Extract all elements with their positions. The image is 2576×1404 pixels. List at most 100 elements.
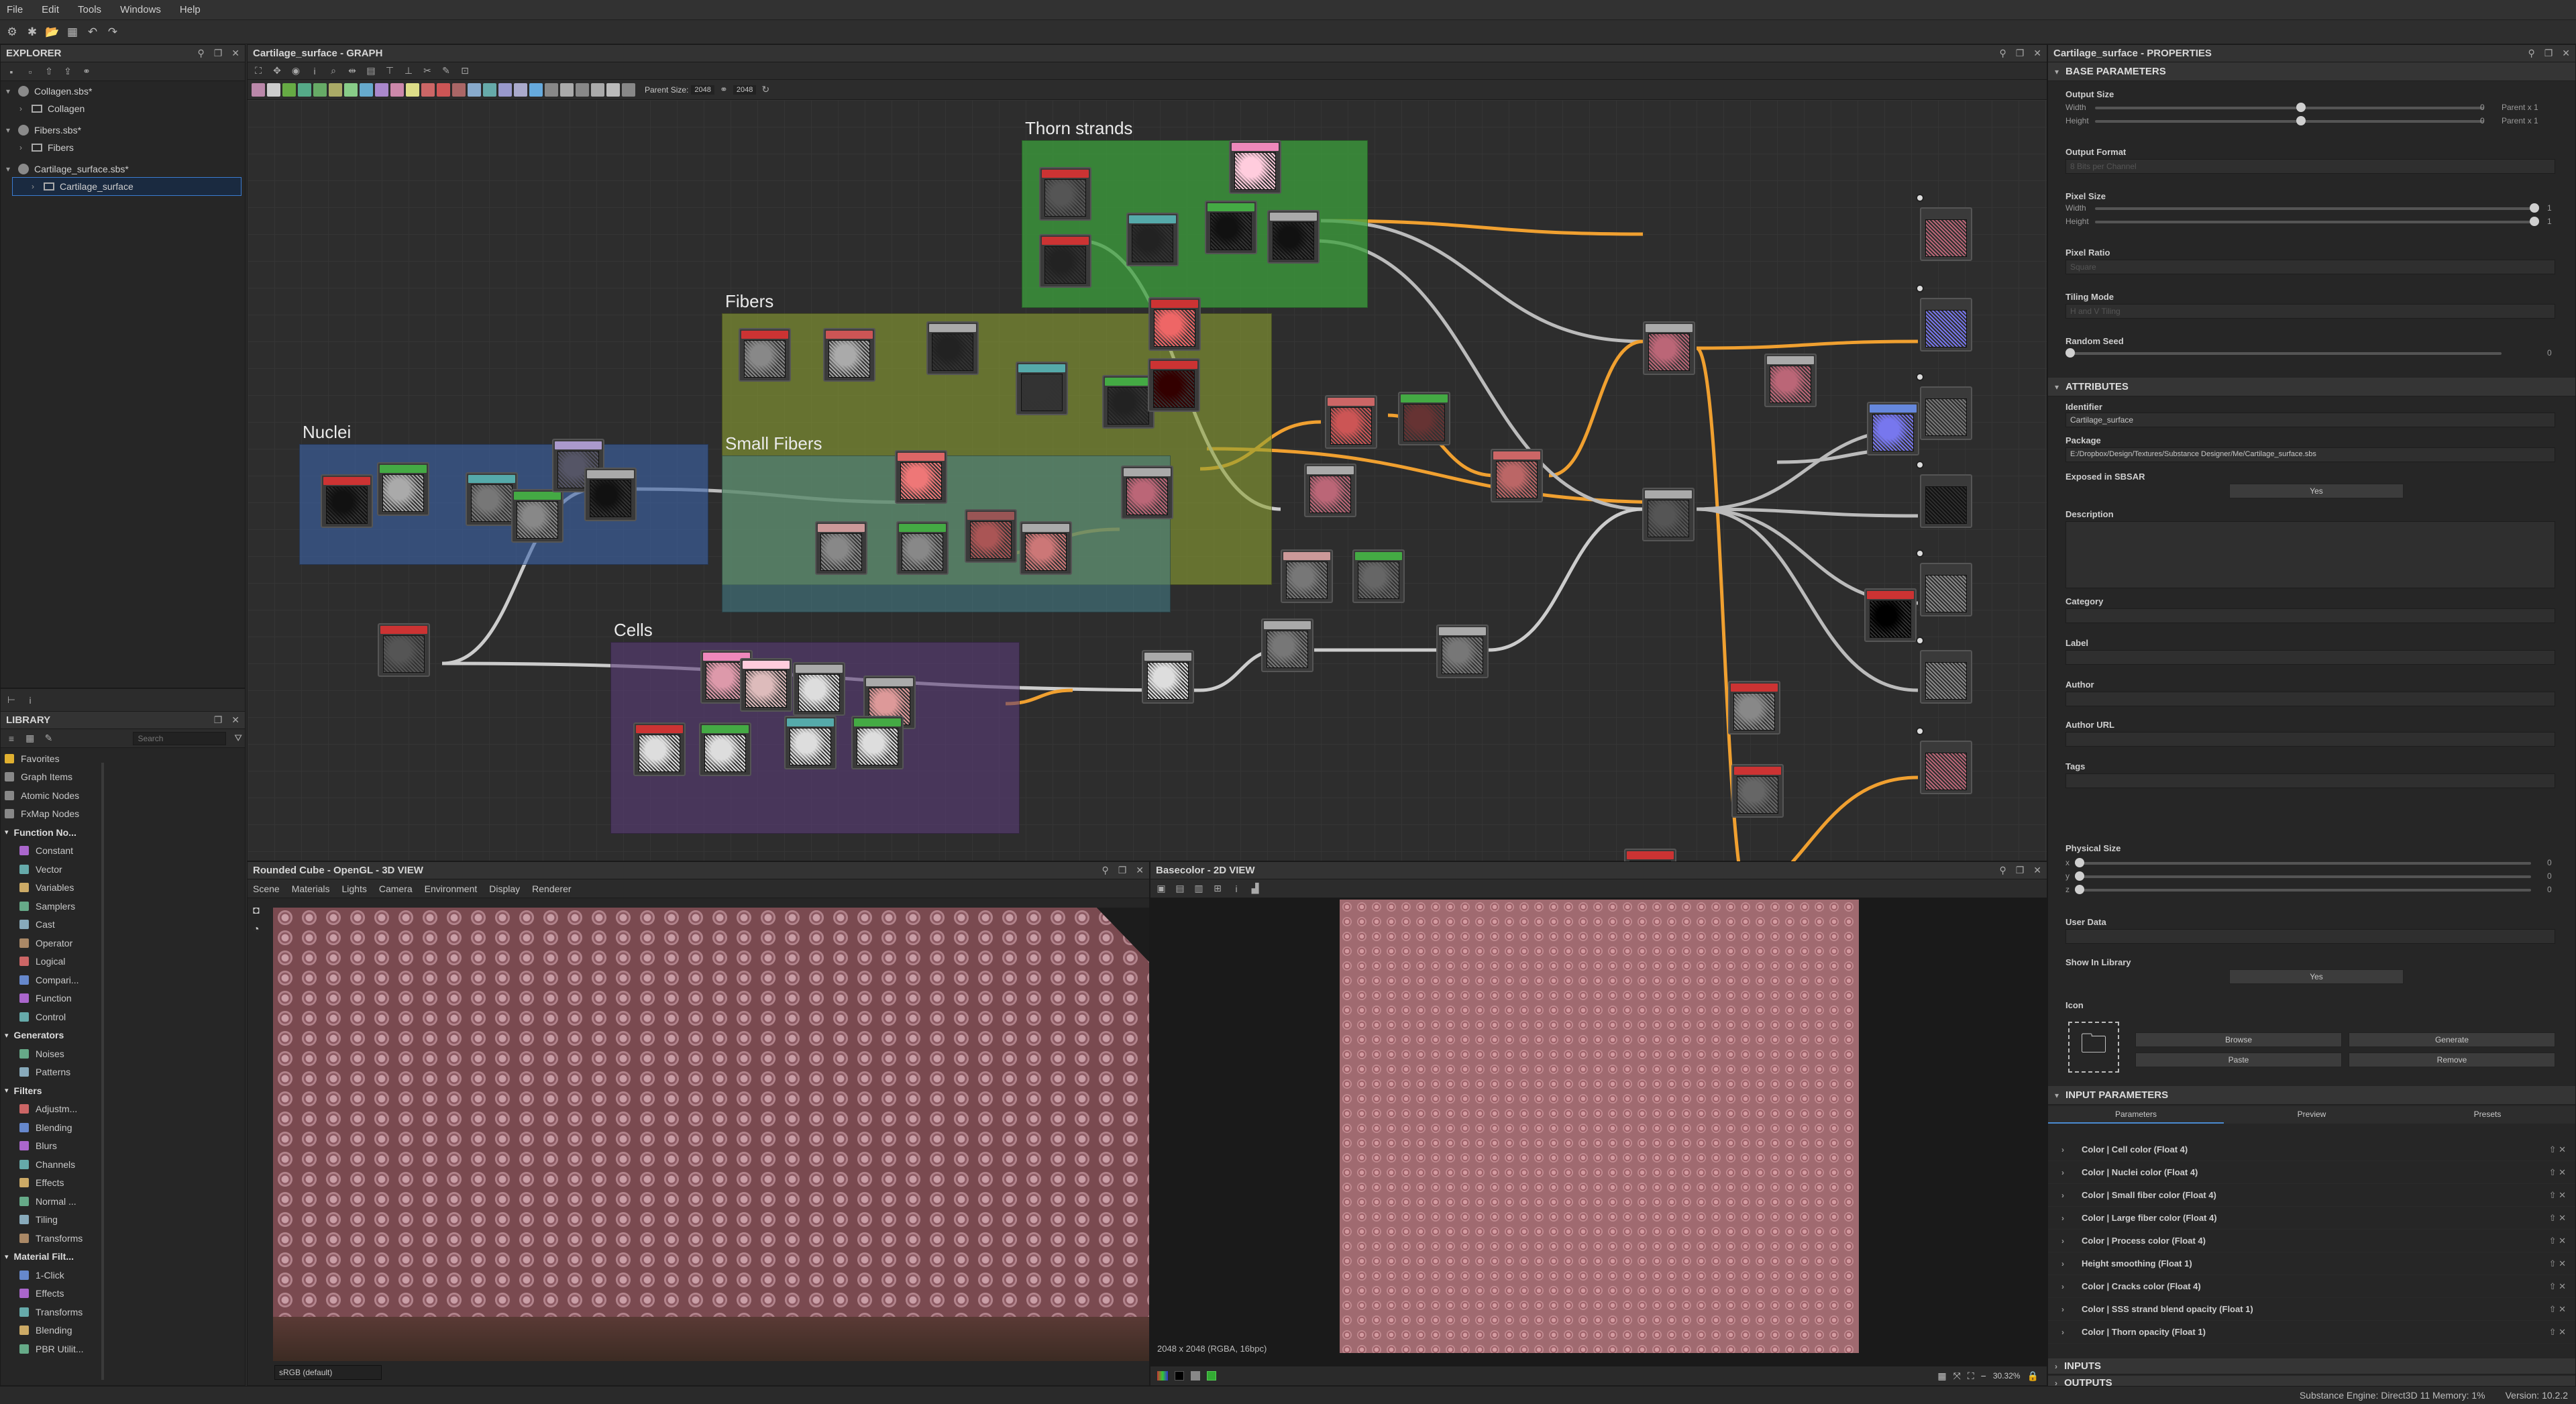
graph-node[interactable] — [1304, 464, 1356, 517]
menu-scene[interactable]: Scene — [253, 883, 280, 894]
graph-node[interactable] — [377, 462, 429, 516]
inputs-header[interactable]: › INPUTS — [2048, 1358, 2575, 1374]
graph-node[interactable] — [1352, 549, 1405, 603]
atomic-node-button[interactable] — [421, 83, 435, 97]
output-height-relative[interactable]: Parent x 1 — [2502, 116, 2538, 125]
graph-node[interactable] — [1643, 321, 1695, 375]
input-parameter-row[interactable]: › Height smoothing (Float 1) ⇧ ✕ — [2048, 1252, 2575, 1275]
menu-file[interactable]: File — [7, 4, 23, 15]
library-item[interactable]: Transforms — [1, 1303, 101, 1321]
hierarchy-icon[interactable]: ⊤ — [383, 64, 396, 78]
expand-icon[interactable]: › — [2061, 1259, 2082, 1268]
graph-node[interactable] — [793, 662, 845, 716]
library-item[interactable]: Favorites — [1, 749, 101, 768]
row-actions-icon[interactable]: ⇧ ✕ — [2549, 1213, 2566, 1224]
library-item[interactable]: ▾ Material Filt... — [1, 1248, 101, 1266]
input-parameter-row[interactable]: › Color | Cracks color (Float 4) ⇧ ✕ — [2048, 1275, 2575, 1298]
collapse-icon[interactable]: ▾ — [6, 125, 18, 135]
label-field[interactable] — [2065, 650, 2555, 665]
row-actions-icon[interactable]: ⇧ ✕ — [2549, 1327, 2566, 1338]
pan-icon[interactable]: ⤧ — [1953, 1370, 1961, 1382]
zoom-value[interactable]: 30.32% — [1993, 1371, 2021, 1381]
atomic-node-button[interactable] — [313, 83, 327, 97]
author-url-field[interactable] — [2065, 732, 2555, 747]
author-field[interactable] — [2065, 692, 2555, 706]
atomic-node-button[interactable] — [498, 83, 512, 97]
green-icon[interactable] — [1207, 1371, 1216, 1381]
copy-icon[interactable]: ▤ — [1173, 882, 1187, 896]
pan-icon[interactable]: ✥ — [270, 64, 284, 78]
size-dropdown[interactable]: 2048 — [733, 85, 757, 95]
expand-icon[interactable]: › — [2061, 1236, 2082, 1246]
menu-tools[interactable]: Tools — [78, 4, 101, 15]
expand-icon[interactable]: › — [2061, 1145, 2082, 1154]
graph-node[interactable] — [1325, 395, 1377, 449]
tags-field[interactable] — [2065, 773, 2555, 788]
library-item[interactable]: Compari... — [1, 971, 101, 989]
link-icon[interactable]: ⚭ — [717, 83, 731, 97]
library-item[interactable]: ▾ Filters — [1, 1081, 101, 1100]
undo-icon[interactable]: ↶ — [85, 24, 101, 40]
expand-icon[interactable]: › — [2061, 1168, 2082, 1177]
pin-icon[interactable]: ⚲ — [1102, 865, 1108, 876]
tab-presets[interactable]: Presets — [2400, 1106, 2575, 1124]
library-item[interactable]: PBR Utilit... — [1, 1340, 101, 1358]
library-item[interactable]: Control — [1, 1008, 101, 1026]
atomic-node-button[interactable] — [267, 83, 280, 97]
graph-node[interactable] — [1229, 140, 1281, 194]
atomic-node-button[interactable] — [606, 83, 620, 97]
collapse-icon[interactable]: ▾ — [6, 87, 18, 96]
row-actions-icon[interactable]: ⇧ ✕ — [2549, 1281, 2566, 1292]
graph-node[interactable] — [511, 489, 564, 543]
upload-icon[interactable]: ⇧ — [42, 65, 56, 78]
output-port-icon[interactable] — [1916, 549, 1924, 557]
output-height-slider[interactable] — [2095, 116, 2484, 125]
graph-node[interactable] — [1491, 449, 1543, 502]
slider-knob[interactable] — [2530, 203, 2539, 213]
atomic-node-button[interactable] — [360, 83, 373, 97]
info-icon[interactable]: i — [1230, 882, 1243, 896]
paste-button[interactable]: Paste — [2135, 1052, 2342, 1067]
library-item[interactable]: Constant — [1, 842, 101, 861]
graph-node[interactable] — [815, 521, 867, 575]
graph-node[interactable] — [739, 328, 791, 382]
menu-display[interactable]: Display — [489, 883, 520, 894]
collapse-icon[interactable]: ▾ — [6, 164, 18, 174]
output-node[interactable] — [1916, 727, 1972, 794]
remove-button[interactable]: Remove — [2349, 1052, 2555, 1067]
close-icon[interactable]: ✕ — [2033, 865, 2041, 876]
library-item[interactable]: Function — [1, 989, 101, 1008]
graph-node[interactable] — [1398, 392, 1450, 445]
export-icon[interactable]: ⇪ — [61, 65, 74, 78]
save-image-icon[interactable]: ▣ — [1155, 882, 1168, 896]
library-item[interactable]: Logical — [1, 953, 101, 971]
output-port-icon[interactable] — [1916, 461, 1924, 469]
2d-viewport[interactable] — [1150, 898, 2047, 1368]
frame-add-icon[interactable]: ⊡ — [458, 64, 472, 78]
close-icon[interactable]: ✕ — [2562, 48, 2570, 59]
menu-environment[interactable]: Environment — [425, 883, 478, 894]
graph-node[interactable] — [926, 321, 979, 375]
graph-node[interactable] — [1148, 297, 1201, 351]
layout-icon[interactable]: ▤ — [364, 64, 378, 78]
library-item[interactable]: Operator — [1, 934, 101, 953]
graph-node[interactable] — [466, 472, 518, 526]
identifier-field[interactable]: Cartilage_surface — [2065, 413, 2555, 427]
graph-node[interactable] — [584, 468, 637, 521]
atomic-node-button[interactable] — [483, 83, 496, 97]
library-item[interactable]: Samplers — [1, 897, 101, 916]
output-node[interactable] — [1916, 637, 1972, 704]
library-item[interactable]: ▾ Generators — [1, 1026, 101, 1045]
atomic-node-button[interactable] — [514, 83, 527, 97]
pin-icon[interactable]: ⚲ — [1999, 865, 2006, 876]
output-node[interactable] — [1916, 461, 1972, 528]
pixel-width-slider[interactable] — [2095, 203, 2539, 213]
graph-node[interactable] — [321, 474, 373, 528]
tab-parameters[interactable]: Parameters — [2048, 1106, 2224, 1124]
atomic-node-button[interactable] — [252, 83, 265, 97]
slider-knob[interactable] — [2075, 871, 2084, 881]
output-port-icon[interactable] — [1916, 637, 1924, 645]
grid-icon[interactable]: ▦ — [1937, 1370, 1946, 1382]
expand-icon[interactable]: › — [19, 104, 32, 113]
menu-renderer[interactable]: Renderer — [532, 883, 571, 894]
